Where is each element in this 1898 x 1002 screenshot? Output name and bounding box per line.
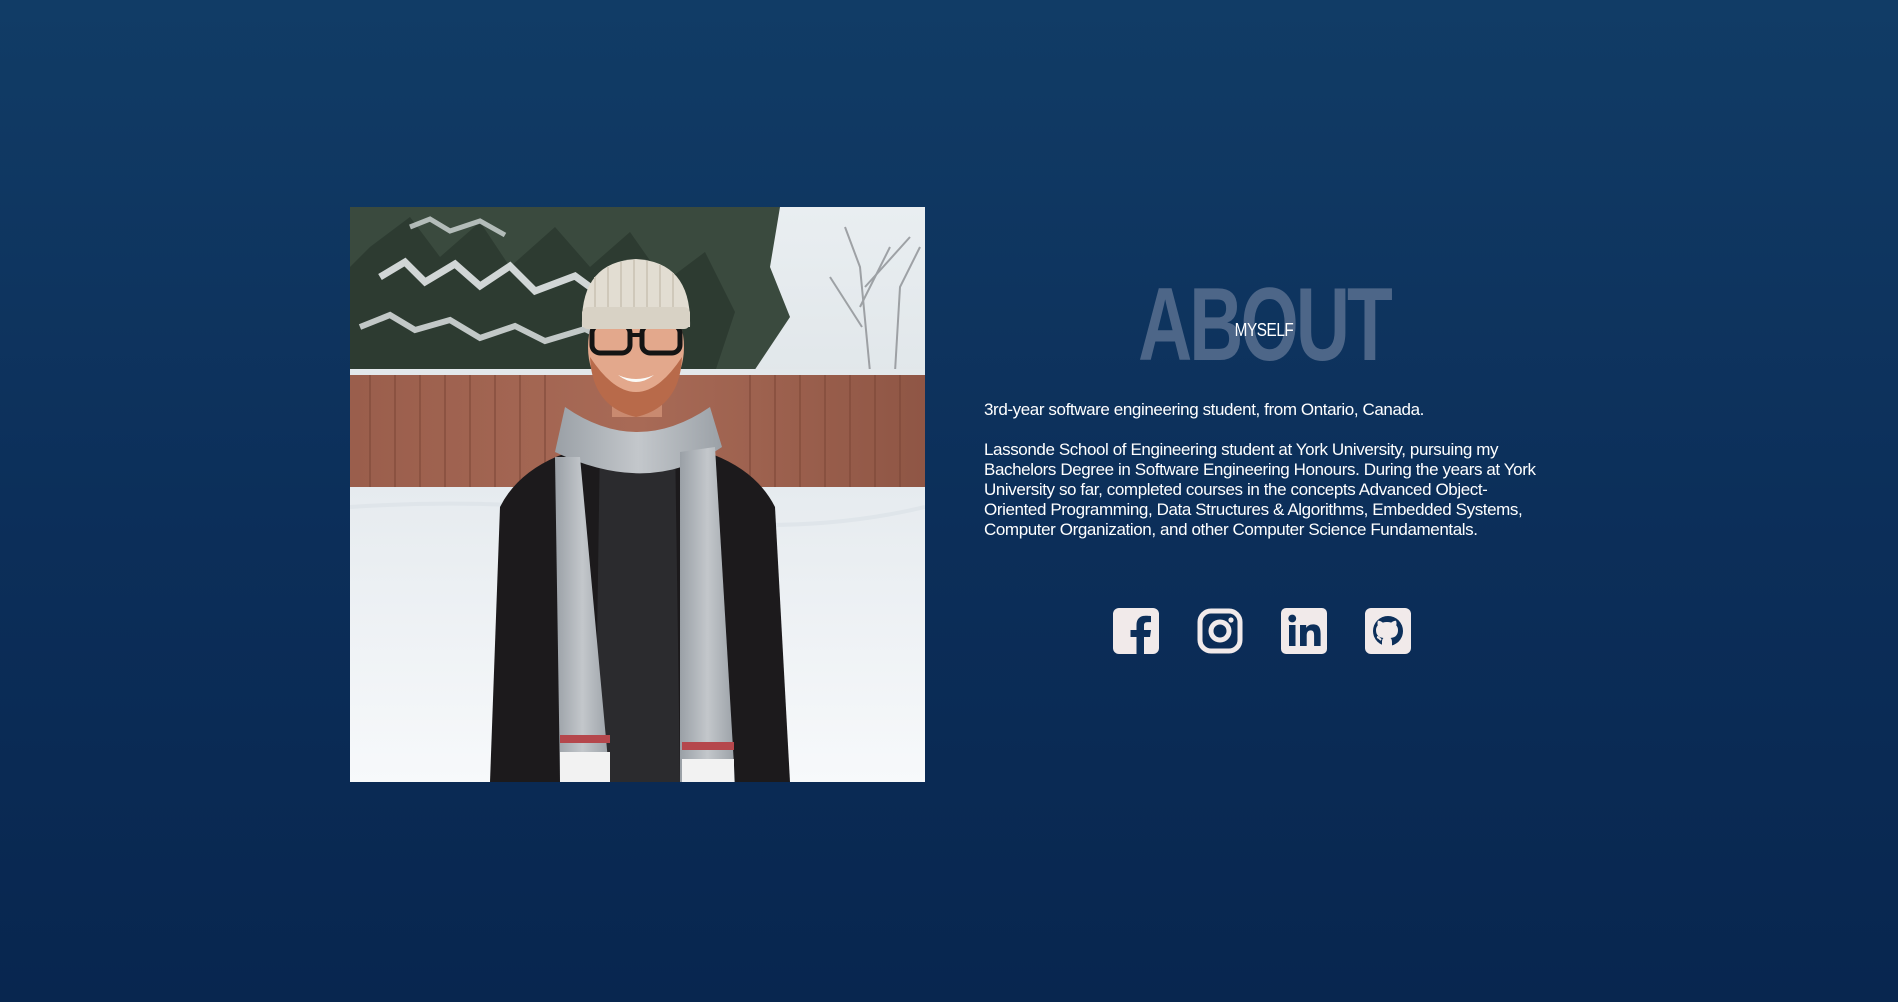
about-heading: ABOUT MYSELF	[984, 270, 1544, 380]
linkedin-link[interactable]	[1281, 608, 1327, 654]
about-section: ABOUT MYSELF 3rd-year software engineeri…	[984, 270, 1544, 540]
github-icon	[1365, 608, 1411, 654]
instagram-icon	[1197, 608, 1243, 654]
linkedin-icon	[1281, 608, 1327, 654]
facebook-link[interactable]	[1113, 608, 1159, 654]
about-paragraph-2: Lassonde School of Engineering student a…	[984, 440, 1536, 539]
instagram-link[interactable]	[1197, 608, 1243, 654]
heading-small-text: MYSELF	[1234, 320, 1294, 340]
social-links	[1113, 608, 1411, 654]
facebook-icon	[1113, 608, 1159, 654]
github-link[interactable]	[1365, 608, 1411, 654]
profile-photo	[350, 207, 925, 782]
about-paragraph-1: 3rd-year software engineering student, f…	[984, 400, 1424, 419]
